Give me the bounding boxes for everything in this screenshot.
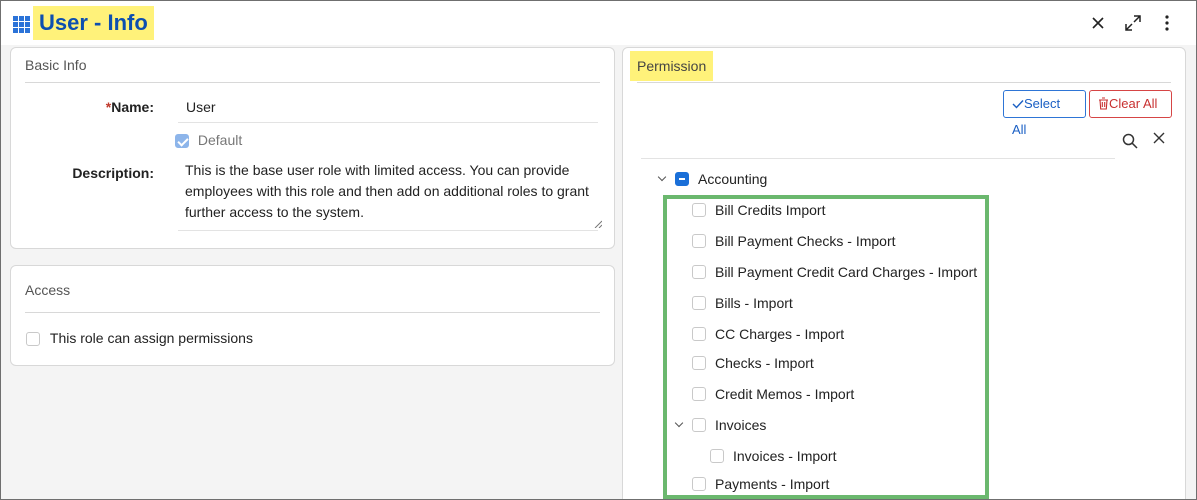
assign-permissions-row[interactable]: This role can assign permissions — [26, 330, 253, 347]
window: User - Info Basic Info *Name: User Defau… — [0, 0, 1197, 500]
permission-header: Permission — [630, 51, 714, 81]
resize-handle-icon[interactable] — [594, 220, 602, 228]
divider — [637, 82, 1171, 83]
default-checkbox-row[interactable]: Default — [175, 132, 243, 149]
basic-info-header: Basic Info — [25, 57, 87, 73]
name-label: *Name: — [105, 99, 154, 115]
more-vertical-icon[interactable] — [1155, 11, 1179, 35]
search-icon[interactable] — [1121, 132, 1139, 150]
clear-all-button[interactable]: Clear All — [1089, 90, 1172, 118]
access-panel: Access This role can assign permissions — [10, 265, 615, 366]
assign-permissions-checkbox[interactable] — [26, 332, 40, 347]
check-icon — [1012, 100, 1024, 109]
assign-permissions-label: This role can assign permissions — [49, 330, 253, 346]
grid-icon[interactable] — [13, 16, 30, 33]
clear-search-icon[interactable] — [1150, 131, 1168, 149]
default-checkbox[interactable] — [175, 134, 189, 149]
title-bar: User - Info — [1, 1, 1196, 45]
divider — [25, 82, 600, 83]
divider — [25, 312, 600, 313]
search-input[interactable] — [641, 158, 1115, 159]
close-icon[interactable] — [1086, 11, 1110, 35]
basic-info-panel: Basic Info *Name: User Default Descripti… — [10, 47, 615, 249]
name-input[interactable]: User — [186, 99, 216, 115]
tree-checkbox[interactable] — [675, 172, 689, 187]
permission-panel: Permission Select All Clear All Accounti… — [622, 47, 1186, 499]
select-all-button[interactable]: Select All — [1003, 90, 1086, 137]
name-underline — [178, 122, 598, 123]
tree-node-accounting[interactable]: Accounting — [657, 170, 767, 188]
trash-icon — [1099, 97, 1108, 110]
default-label: Default — [197, 132, 243, 148]
description-underline — [178, 230, 598, 231]
chevron-down-icon[interactable] — [657, 174, 669, 186]
title-highlight: User - Info — [33, 6, 154, 40]
highlight-box — [663, 195, 989, 499]
access-header: Access — [25, 282, 71, 298]
description-label: Description: — [72, 165, 154, 181]
description-textarea[interactable]: This is the base user role with limited … — [185, 160, 605, 232]
page-title: User - Info — [39, 10, 148, 35]
expand-icon[interactable] — [1121, 11, 1145, 35]
